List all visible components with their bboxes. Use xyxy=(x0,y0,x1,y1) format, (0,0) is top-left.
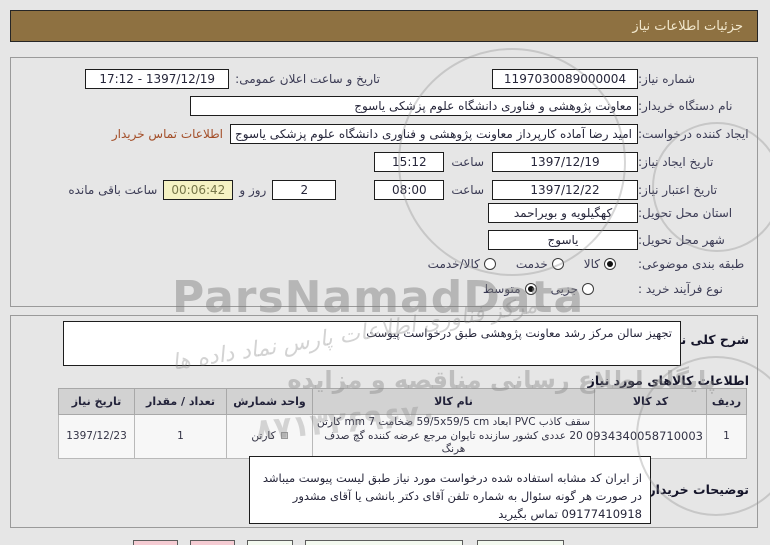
radio-goods-service-label: کالا/خدمت xyxy=(427,257,480,271)
subject-classification-row: طبقه بندی موضوعی: کالا خدمت کالا/خدمت xyxy=(8,253,762,275)
remaining-time-label: ساعت باقی مانده xyxy=(68,183,158,197)
create-date-row: تاریخ ایجاد نیاز: 1397/12/19 ساعت 15:12 xyxy=(8,151,762,173)
cell-row-number: 1 xyxy=(706,414,747,459)
buyer-org-row: نام دستگاه خریدار: معاونت پژوهشی و فناور… xyxy=(8,95,762,117)
request-creator-input[interactable]: امید رضا آماده کارپرداز معاونت پژوهشی و … xyxy=(230,124,638,144)
bottom-action-button-3[interactable] xyxy=(247,540,293,545)
col-item-code: کد کالا xyxy=(594,388,707,415)
col-quantity: تعداد / مقدار xyxy=(134,388,227,415)
delivery-province-row: استان محل تحویل: کهگیلویه و بویراحمد xyxy=(8,202,762,224)
radio-medium-label: متوسط xyxy=(482,282,521,296)
buyer-org-input[interactable]: معاونت پژوهشی و فناوری دانشگاه علوم پزشک… xyxy=(190,96,638,116)
purchase-process-row: نوع فرآیند خرید : جزیی متوسط xyxy=(8,278,762,300)
need-number-label: شماره نیاز: xyxy=(638,72,695,86)
expiry-date-label: تاریخ اعتبار نیاز: xyxy=(638,183,718,197)
page-title-bar: جزئیات اطلاعات نیاز xyxy=(10,10,758,42)
delivery-city-label: شهر محل تحویل: xyxy=(638,233,725,247)
create-time-label: ساعت xyxy=(451,155,484,169)
general-description-textarea[interactable]: تجهیز سالن مرکز رشد معاونت پژوهشی طبق در… xyxy=(63,321,681,366)
unit-icon xyxy=(280,432,288,440)
cell-item-name: سقف کاذب PVC ابعاد 59/5x59/5 cm ضخامت 7 … xyxy=(312,414,595,459)
buyer-notes-label: توضیحات خریدار: xyxy=(643,482,749,497)
radio-service-label: خدمت xyxy=(515,257,548,271)
bottom-action-button-4[interactable] xyxy=(305,540,463,545)
remaining-days-box: 2 xyxy=(272,180,337,200)
create-time-input[interactable]: 15:12 xyxy=(374,152,445,172)
delivery-city-input[interactable]: یاسوج xyxy=(488,230,638,250)
radio-goods[interactable] xyxy=(604,258,616,270)
col-item-name: نام کالا xyxy=(312,388,595,415)
delivery-city-row: شهر محل تحویل: یاسوج xyxy=(8,229,762,251)
need-number-row: شماره نیاز: 1197030089000004 تاریخ و ساع… xyxy=(8,68,762,90)
items-table: ردیف کد کالا نام کالا واحد شمارش تعداد /… xyxy=(58,388,747,459)
col-unit: واحد شمارش xyxy=(226,388,313,415)
expiry-date-row: تاریخ اعتبار نیاز: 1397/12/22 ساعت 08:00… xyxy=(8,179,762,201)
bottom-action-button-2[interactable] xyxy=(190,540,235,545)
buyer-org-label: نام دستگاه خریدار: xyxy=(638,99,733,113)
need-number-input[interactable]: 1197030089000004 xyxy=(492,69,638,89)
items-table-row: 1 0934340058710003 سقف کاذب PVC ابعاد 59… xyxy=(58,414,747,459)
buyer-notes-textarea[interactable]: از ایران کد مشابه استفاده شده درخواست مو… xyxy=(249,456,651,524)
cell-need-date: 1397/12/23 xyxy=(58,414,135,459)
cell-unit: کارتن xyxy=(226,414,313,459)
delivery-province-input[interactable]: کهگیلویه و بویراحمد xyxy=(488,203,638,223)
remaining-time-countdown: 00:06:42 xyxy=(163,180,234,200)
col-row-number: ردیف xyxy=(706,388,747,415)
cell-unit-text: کارتن xyxy=(251,429,276,442)
radio-partial-label: جزیی xyxy=(550,282,578,296)
items-table-header-row: ردیف کد کالا نام کالا واحد شمارش تعداد /… xyxy=(58,388,747,415)
cell-item-code: 0934340058710003 xyxy=(586,414,707,459)
items-section-title: اطلاعات کالاهای مورد نیاز xyxy=(587,373,749,388)
announce-datetime-input[interactable]: 1397/12/19 - 17:12 xyxy=(85,69,230,89)
radio-goods-service[interactable] xyxy=(483,258,496,270)
create-date-label: تاریخ ایجاد نیاز: xyxy=(638,155,714,169)
request-creator-row: ایجاد کننده درخواست: امید رضا آماده کارپ… xyxy=(8,123,762,145)
page-title: جزئیات اطلاعات نیاز xyxy=(632,18,743,34)
radio-partial[interactable] xyxy=(582,283,594,295)
radio-goods-label: کالا xyxy=(583,257,600,271)
buyer-contact-link[interactable]: اطلاعات تماس خریدار xyxy=(112,127,223,141)
subject-classification-label: طبقه بندی موضوعی: xyxy=(638,257,745,271)
purchase-process-label: نوع فرآیند خرید : xyxy=(638,282,723,296)
bottom-action-button-5[interactable] xyxy=(477,540,564,545)
cell-quantity: 1 xyxy=(134,414,227,459)
create-date-input[interactable]: 1397/12/19 xyxy=(492,152,638,172)
request-creator-label: ایجاد کننده درخواست: xyxy=(638,127,749,141)
announce-datetime-label: تاریخ و ساعت اعلان عمومی: xyxy=(235,72,380,86)
expiry-date-input[interactable]: 1397/12/22 xyxy=(492,180,638,200)
radio-service[interactable] xyxy=(551,258,564,270)
delivery-province-label: استان محل تحویل: xyxy=(638,206,733,220)
col-need-date: تاریخ نیاز xyxy=(58,388,135,415)
bottom-action-button-1[interactable] xyxy=(133,540,178,545)
need-items-panel: شرح کلی نیاز: تجهیز سالن مرکز رشد معاونت… xyxy=(10,315,758,528)
expiry-time-input[interactable]: 08:00 xyxy=(374,180,445,200)
remaining-days-label: روز و xyxy=(239,183,267,197)
expiry-time-label: ساعت xyxy=(451,183,484,197)
need-details-page: جزئیات اطلاعات نیاز شماره نیاز: 11970300… xyxy=(0,0,770,545)
radio-medium[interactable] xyxy=(524,283,537,295)
